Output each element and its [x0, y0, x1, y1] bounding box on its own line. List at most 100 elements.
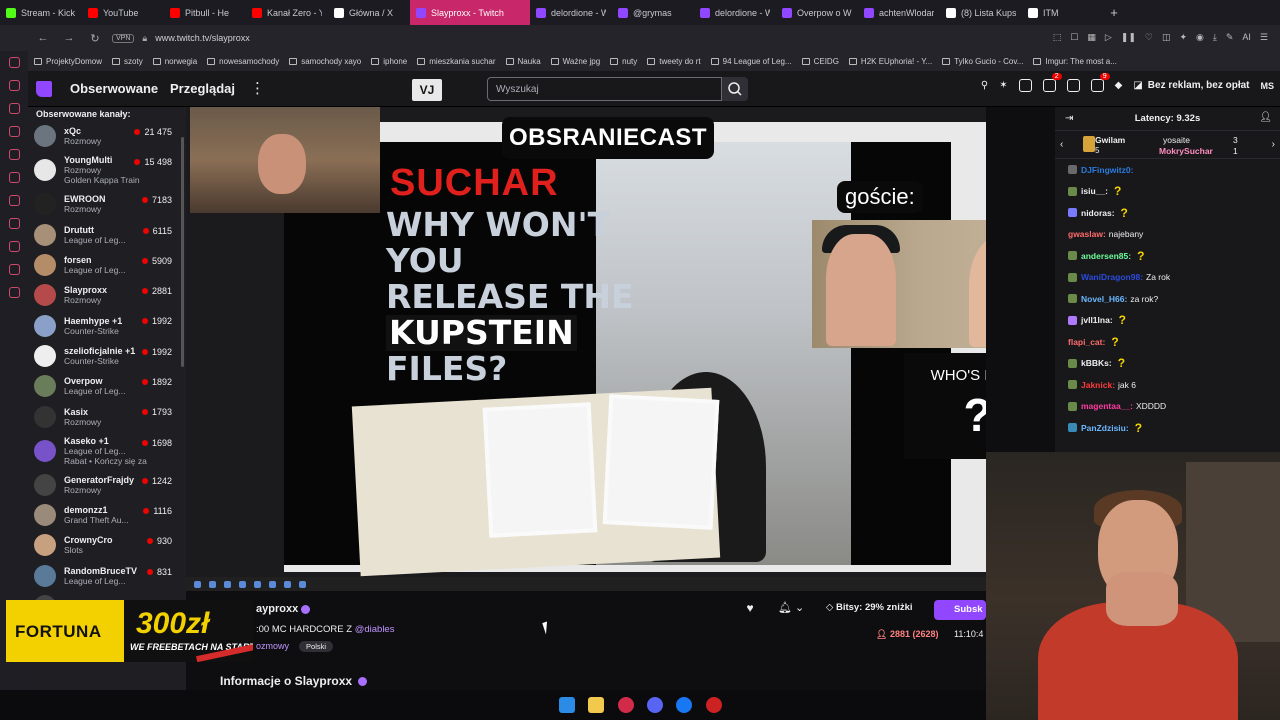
nav-following[interactable]: Obserwowane	[70, 81, 158, 96]
user-avatar[interactable]: MS	[1261, 81, 1275, 91]
leaderboard-next-icon[interactable]: ›	[1272, 139, 1275, 150]
bookmark-item[interactable]: Imgur: The most a...	[1033, 57, 1117, 66]
chat-username[interactable]: kBBKs:	[1081, 358, 1112, 368]
channel-name[interactable]: ayproxx	[256, 603, 311, 615]
chat-users-icon[interactable]: 👤︎	[1259, 112, 1272, 123]
chat-badge-icon[interactable]	[1068, 423, 1077, 433]
browser-tab[interactable]: ITM	[1022, 0, 1104, 25]
new-tab-icon[interactable]: +	[1104, 5, 1124, 20]
chat-username[interactable]: Novel_H66:	[1081, 294, 1127, 304]
extensions-icon[interactable]: ✦	[1179, 32, 1187, 43]
settings-icon[interactable]	[8, 287, 20, 298]
browser-tab[interactable]: Slayproxx - Twitch	[410, 0, 530, 25]
prime-icon[interactable]	[1018, 79, 1032, 92]
pause-icon[interactable]: ❚❚	[1121, 32, 1136, 43]
chat-username[interactable]: isiu__:	[1081, 186, 1108, 196]
back-icon[interactable]: ←	[34, 32, 52, 44]
twitch-icon[interactable]	[8, 172, 20, 183]
followed-channel-item[interactable]: Haemhype +1 Counter-Strike 1992	[28, 310, 186, 340]
bookmark-item[interactable]: 94 League of Leg...	[710, 57, 792, 66]
clock-icon[interactable]	[8, 264, 20, 275]
chat-badge-icon[interactable]	[1068, 358, 1077, 368]
language-tag[interactable]: Polski	[299, 641, 334, 652]
lock-icon[interactable]: 🔒︎	[142, 33, 147, 44]
x-icon[interactable]	[8, 195, 20, 206]
instagram-icon[interactable]	[8, 126, 20, 137]
chat-badge-icon[interactable]	[1068, 251, 1077, 261]
nav-browse[interactable]: Przeglądaj	[170, 81, 235, 96]
extension-logo[interactable]: VJ	[412, 79, 442, 101]
facebook-taskbar-icon[interactable]	[676, 697, 692, 713]
chat-badge-icon[interactable]	[1068, 272, 1077, 282]
discord-icon[interactable]	[8, 149, 20, 160]
edit-icon[interactable]: ✎	[1226, 32, 1234, 43]
bookmark-icon[interactable]: ☐	[1070, 32, 1078, 43]
fortuna-ad[interactable]: FORTUNA 300zł WE FREEBETACH NA START	[6, 600, 253, 662]
bookmark-item[interactable]: nowesamochody	[207, 57, 279, 66]
chat-username[interactable]: PanZdzisiu:	[1081, 423, 1129, 433]
browser-tab[interactable]: Kanał Zero - Y	[246, 0, 328, 25]
notification-bell-button[interactable]: 🔔︎ ⌄	[778, 601, 804, 614]
bookmark-item[interactable]: szoty	[112, 57, 143, 66]
bookmark-item[interactable]: mieszkania suchar	[417, 57, 496, 66]
chat-username[interactable]: Jaknick:	[1081, 380, 1115, 390]
messenger-icon[interactable]	[8, 80, 20, 91]
history-icon[interactable]	[8, 218, 20, 229]
cube-icon[interactable]: ◫	[1162, 32, 1171, 43]
bookmark-item[interactable]: samochody xayo	[289, 57, 361, 66]
follow-heart-button[interactable]: ♥	[740, 601, 760, 619]
bookmark-item[interactable]: nuty	[610, 57, 637, 66]
chat-username[interactable]: WaniDragon98:	[1081, 272, 1143, 282]
browser-tab[interactable]: YouTube	[82, 0, 164, 25]
bookmark-item[interactable]: Tylko Gucio - Cov...	[942, 57, 1023, 66]
chat-username[interactable]: magentaa__:	[1081, 401, 1133, 411]
followed-channel-item[interactable]: YoungMulti Rozmowy Golden Kappa Train 15 49…	[28, 151, 186, 189]
bookmark-item[interactable]: iphone	[371, 57, 407, 66]
url-field[interactable]: www.twitch.tv/slayproxx	[155, 33, 250, 43]
forward-icon[interactable]: →	[60, 32, 78, 44]
chat-username[interactable]: andersen85:	[1081, 251, 1131, 261]
followed-channel-item[interactable]: CrownyCro Slots 930	[28, 530, 186, 560]
no-ads-button[interactable]: ◪ Bez reklam, bez opłat	[1133, 80, 1249, 91]
chat-username[interactable]: DJFingwitz0:	[1081, 165, 1133, 175]
followed-channel-item[interactable]: forsen League of Leg... 5909	[28, 250, 186, 280]
chat-username[interactable]: jvll1lna:	[1081, 315, 1113, 325]
account-icon[interactable]: ◉	[1196, 32, 1204, 43]
loop-icon[interactable]: ⚲	[981, 80, 988, 91]
heart-icon[interactable]: ♡	[1145, 32, 1153, 43]
opera-gx-icon[interactable]	[618, 697, 634, 713]
bits-icon[interactable]: ◆	[1115, 80, 1123, 91]
chat-badge-icon[interactable]	[1068, 208, 1077, 218]
whispers-icon[interactable]: 9	[1090, 73, 1110, 92]
chat-username[interactable]: nidoras:	[1081, 208, 1115, 218]
bookmark-item[interactable]: H2K EUphoria! - Y...	[848, 57, 932, 66]
stream-category[interactable]: ozmowy Polski	[256, 641, 334, 652]
whatsapp-icon[interactable]	[8, 103, 20, 114]
reload-icon[interactable]: ↻	[86, 32, 104, 45]
chat-badge-icon[interactable]	[1068, 294, 1077, 304]
followed-channel-item[interactable]: Slayproxx Rozmowy 2881	[28, 280, 186, 310]
browser-tab[interactable]: Stream - Kick	[0, 0, 82, 25]
bookmark-item[interactable]: CEIDG	[801, 57, 839, 66]
followed-channel-item[interactable]: xQc Rozmowy 21 475	[28, 121, 186, 151]
chat-username[interactable]: gwaslaw:	[1068, 229, 1106, 239]
browser-tab[interactable]: delordione - W	[530, 0, 612, 25]
leaderboard-prev-icon[interactable]: ‹	[1060, 139, 1063, 150]
star-icon[interactable]: ✶	[999, 80, 1007, 91]
bookmark-item[interactable]: norwegia	[152, 57, 197, 66]
vpn-badge[interactable]: VPN	[112, 33, 135, 43]
followed-channel-item[interactable]: Kaseko +1 League of Leg... Rabat • Kończy …	[28, 432, 186, 470]
browser-tab[interactable]: delordione - W	[694, 0, 776, 25]
search-input[interactable]: Wyszukaj	[487, 77, 722, 101]
twitch-logo-icon[interactable]	[36, 81, 52, 97]
bookmark-item[interactable]: ProjektyDomow	[34, 57, 102, 66]
chat-badge-icon[interactable]	[1068, 401, 1077, 411]
stream-title-mention[interactable]: @diables	[355, 624, 395, 635]
bookmark-item[interactable]: Ważne jpg	[550, 57, 600, 66]
browser-tab[interactable]: Overpow o W	[776, 0, 858, 25]
app-taskbar-icon[interactable]	[706, 697, 722, 713]
browser-tab[interactable]: @grymas	[612, 0, 694, 25]
windows-start-icon[interactable]	[559, 697, 575, 713]
browser-tab[interactable]: Pitbull - He	[164, 0, 246, 25]
followed-channel-item[interactable]: Drututt League of Leg... 6115	[28, 220, 186, 250]
